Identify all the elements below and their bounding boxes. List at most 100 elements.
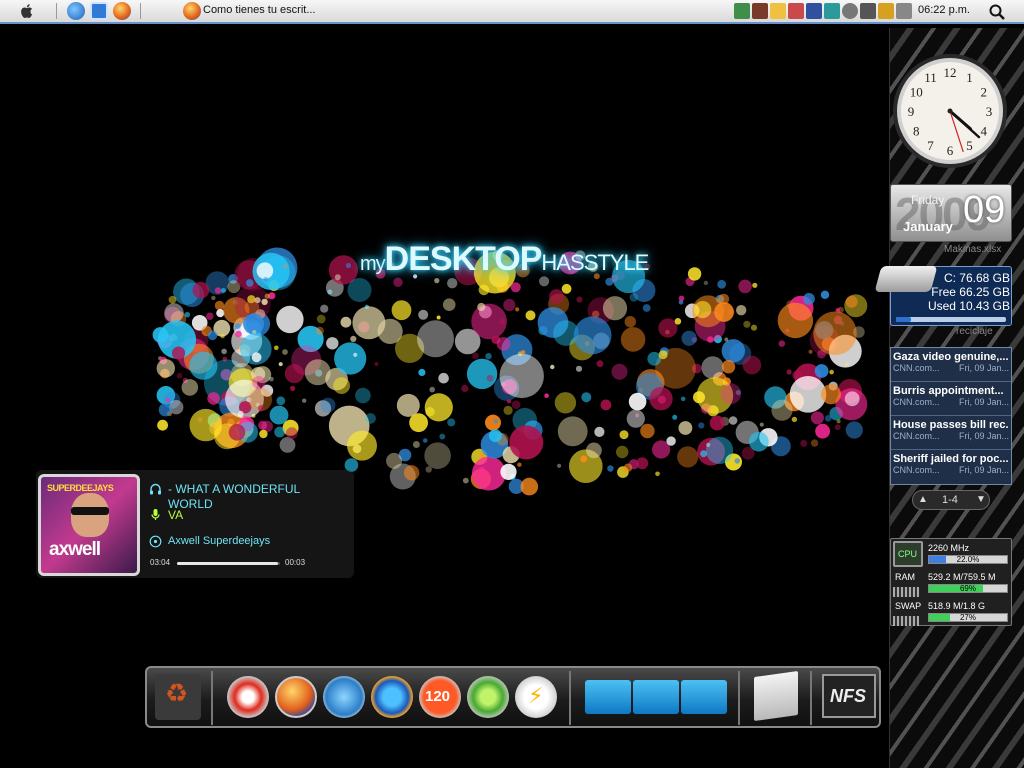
desktop-file-label[interactable]: Makinas.xlsx [944, 244, 1001, 255]
tray-display-icon[interactable] [806, 3, 822, 19]
bokeh-dot [503, 298, 516, 312]
menubar-separator [56, 3, 57, 19]
bokeh-dot [496, 337, 511, 351]
bokeh-dot [171, 346, 186, 360]
taskbar-firefox-icon[interactable] [183, 2, 201, 20]
tray-power-icon[interactable] [878, 3, 894, 19]
tray-network-icon[interactable] [734, 3, 750, 19]
bokeh-dot [276, 305, 304, 334]
analog-clock-widget[interactable]: 1234567891011 12 [891, 52, 1009, 170]
bokeh-dot [824, 415, 832, 422]
tray-app-icon[interactable] [752, 3, 768, 19]
tray-update-icon[interactable] [824, 3, 840, 19]
bokeh-dot [499, 353, 544, 399]
menubar-clock[interactable]: 06:22 p.m. [918, 4, 970, 16]
bokeh-dot [800, 439, 808, 447]
bokeh-dot [836, 419, 841, 424]
bokeh-dot [251, 352, 262, 363]
news-source: CNN.com... [893, 465, 940, 475]
bokeh-dot [515, 307, 520, 312]
news-item[interactable]: Gaza video genuine,... CNN.com... Fri, 09… [893, 351, 1009, 373]
tray-printer-icon[interactable] [896, 3, 912, 19]
taskbar-window-title[interactable]: Como tienes tu escrit... [203, 4, 316, 16]
tray-tools-icon[interactable] [860, 3, 876, 19]
tray-notes-icon[interactable] [770, 3, 786, 19]
bokeh-dot [422, 438, 428, 443]
search-icon[interactable] [988, 3, 1006, 21]
folder-icon[interactable] [585, 680, 631, 714]
bokeh-dot [743, 320, 751, 328]
bokeh-dot [283, 264, 288, 269]
bokeh-dot [353, 352, 358, 357]
bokeh-dot [698, 422, 705, 429]
bokeh-dot [717, 279, 727, 289]
firefox-dock-icon[interactable] [275, 676, 317, 718]
bokeh-dot [520, 477, 539, 496]
bokeh-dot [728, 416, 738, 425]
bokeh-dot [345, 262, 351, 269]
calendar-widget[interactable]: 2009 Friday January 09 [890, 184, 1012, 242]
playback-progress-bar[interactable] [177, 562, 280, 565]
bokeh-dot [602, 296, 628, 321]
bokeh-dot [721, 360, 736, 374]
bokeh-dot [290, 385, 296, 391]
bokeh-dot [500, 463, 517, 480]
folder-icon[interactable] [681, 680, 727, 714]
clock-number: 4 [981, 124, 988, 139]
nero-burning-icon[interactable] [227, 676, 269, 718]
clock-number: 10 [910, 85, 923, 100]
news-prev-arrow-icon[interactable]: ▲ [918, 494, 928, 505]
news-next-arrow-icon[interactable]: ▼ [976, 494, 986, 505]
news-item[interactable]: Sheriff jailed for poc... CNN.com... Fri,… [893, 453, 1009, 475]
flash-icon[interactable]: ⚡ [515, 676, 557, 718]
bokeh-dot [786, 369, 792, 375]
bokeh-dot [278, 362, 283, 367]
sony-ericsson-icon[interactable] [467, 676, 509, 718]
bokeh-dot [386, 452, 403, 469]
tray-messenger-icon[interactable] [788, 3, 804, 19]
firefox-quicklaunch-icon[interactable] [113, 2, 131, 20]
bokeh-dot [576, 296, 583, 303]
bokeh-dot [442, 298, 456, 311]
news-item[interactable]: Burris appointment... CNN.com... Fri, 09 … [893, 385, 1009, 407]
news-source: CNN.com... [893, 363, 940, 373]
bokeh-dot [705, 436, 734, 465]
bokeh-dot [511, 400, 521, 409]
counter-120-icon[interactable]: 120 [419, 676, 461, 718]
bokeh-dot [575, 365, 583, 372]
drive-free: Free 66.25 GB [931, 285, 1010, 299]
internet-explorer-icon[interactable] [67, 2, 85, 20]
clock-number: 8 [913, 124, 920, 139]
bokeh-dot [315, 326, 324, 335]
headphones-icon [150, 483, 161, 495]
show-desktop-icon[interactable] [90, 2, 108, 20]
documents-folder-icon[interactable] [633, 680, 679, 714]
bokeh-dot [649, 387, 673, 411]
bokeh-dot [573, 316, 612, 355]
album-cover[interactable]: SUPERDEEJAYS axwell [38, 474, 140, 576]
clock-number: 12 [944, 65, 957, 80]
bokeh-dot [461, 384, 469, 393]
apple-menu-icon[interactable] [18, 2, 36, 20]
bokeh-dot [734, 458, 741, 464]
display-settings-icon[interactable] [754, 670, 798, 722]
nfs-game-icon[interactable]: NFS [822, 674, 876, 718]
clock-number: 1 [966, 70, 973, 85]
song-title: - WHAT A WONDERFUL WORLD [168, 482, 300, 511]
bokeh-dot [340, 316, 352, 328]
bokeh-dot [477, 302, 486, 312]
recycle-bin-label[interactable]: reciclaje [956, 326, 993, 337]
wallpaper-title-part3: HASSTYLE [541, 250, 649, 275]
bokeh-dot [447, 418, 456, 427]
bokeh-dot [257, 405, 265, 412]
bokeh-dot [845, 421, 863, 439]
recycle-bin-icon[interactable]: ♻ [155, 674, 201, 720]
bokeh-dot [550, 364, 555, 370]
bokeh-dot [355, 387, 371, 404]
bokeh-dot [263, 276, 268, 282]
news-item[interactable]: House passes bill rec... CNN.com... Fri, … [893, 419, 1009, 441]
media-player-icon[interactable] [371, 676, 413, 718]
bokeh-dot [586, 442, 602, 459]
messenger-icon[interactable] [323, 676, 365, 718]
tray-volume-icon[interactable] [842, 3, 858, 19]
